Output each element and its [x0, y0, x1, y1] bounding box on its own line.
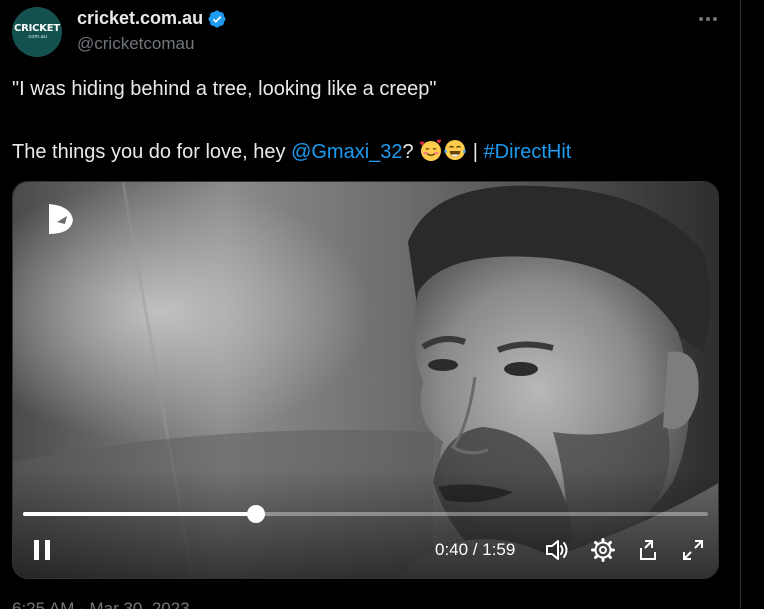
verified-badge-icon[interactable] [207, 9, 227, 29]
tweet-text-suffix: ? [402, 141, 420, 163]
more-button[interactable] [694, 8, 722, 30]
pause-icon [34, 540, 50, 560]
hashtag-link[interactable]: #DirectHit [484, 141, 572, 163]
tweet-text-line-2: The things you do for love, hey @Gmaxi_3… [12, 138, 571, 164]
fullscreen-button[interactable] [679, 537, 707, 563]
tweet-text-line-1: "I was hiding behind a tree, looking lik… [12, 78, 437, 100]
channel-watermark-icon [49, 204, 73, 234]
pop-out-icon [640, 540, 656, 560]
tweet: CRICKET .com.au cricket.com.au @cricketc… [0, 0, 741, 609]
avatar-logo-subtext: .com.au [26, 34, 48, 40]
video-progress-fill [23, 512, 256, 516]
settings-gear-icon [591, 538, 615, 562]
mention-link[interactable]: @Gmaxi_32 [291, 141, 402, 163]
tweet-text-prefix: The things you do for love, hey [12, 141, 292, 163]
author-handle[interactable]: @cricketcomau [77, 34, 194, 54]
volume-button[interactable] [543, 537, 571, 563]
volume-icon [546, 540, 568, 560]
video-progress-thumb[interactable] [246, 505, 265, 523]
settings-button[interactable] [589, 537, 617, 563]
avatar[interactable]: CRICKET .com.au [12, 7, 62, 57]
smiling-face-with-hearts-emoji [420, 139, 442, 161]
video-progress-bar[interactable] [23, 505, 708, 523]
avatar-logo-text: CRICKET [13, 23, 61, 34]
tweet-text-separator: | [467, 141, 484, 163]
pop-out-button[interactable] [635, 537, 663, 563]
face-with-tears-of-joy-emoji [444, 140, 466, 160]
author-display-name[interactable]: cricket.com.au [77, 8, 203, 29]
fullscreen-icon [683, 540, 703, 560]
more-icon [699, 17, 717, 21]
video-time-display: 0:40 / 1:59 [435, 540, 516, 559]
pause-button[interactable] [29, 537, 55, 563]
author-name-row: cricket.com.au [77, 8, 227, 29]
tweet-timestamp[interactable]: 6:25 AM · Mar 30, 2023 [12, 599, 190, 609]
video-player[interactable]: 0:40 / 1:59 [12, 181, 719, 579]
